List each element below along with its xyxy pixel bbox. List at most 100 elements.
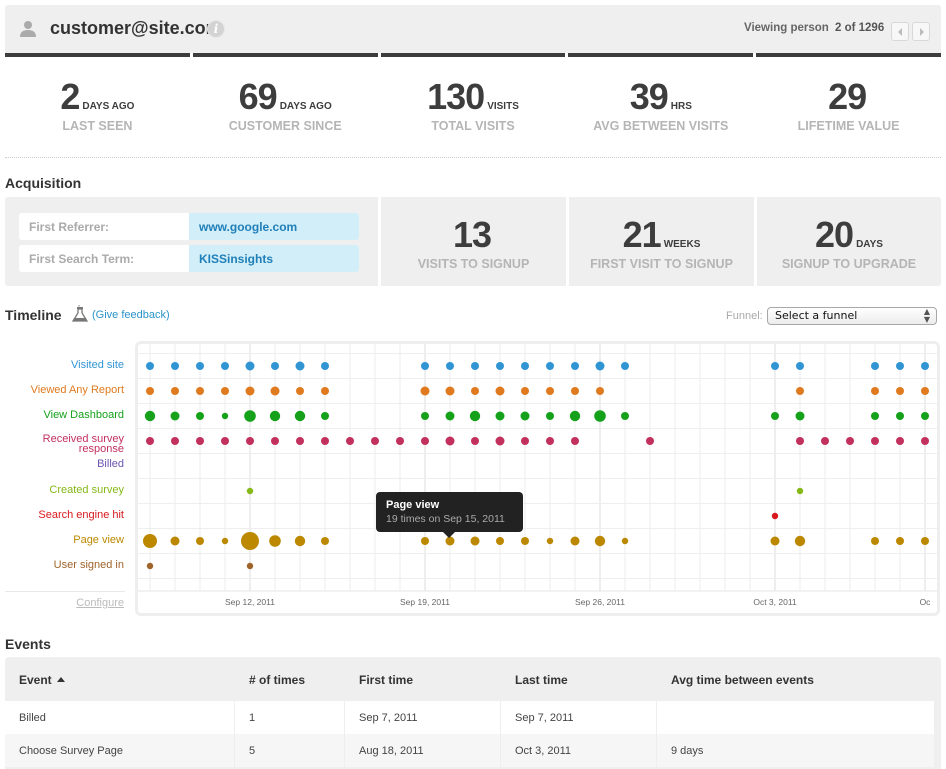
timeline-dot[interactable] [570,536,580,546]
timeline-dot[interactable] [871,362,879,370]
timeline-dot[interactable] [445,411,455,421]
timeline-dot[interactable] [871,412,879,420]
info-icon[interactable]: i [207,20,225,38]
timeline-dot[interactable] [396,437,404,445]
timeline-dot[interactable] [621,362,629,370]
timeline-dot[interactable] [594,410,606,422]
timeline-dot[interactable] [921,437,929,445]
timeline-dot[interactable] [270,386,280,396]
timeline-dot[interactable] [445,386,455,396]
timeline-dot[interactable] [871,537,879,545]
next-person-button[interactable] [912,22,930,41]
timeline-dot[interactable] [546,437,554,445]
timeline-dot[interactable] [221,437,229,445]
timeline-dot[interactable] [621,537,629,545]
timeline-dot[interactable] [321,362,329,370]
timeline-dot[interactable] [241,532,259,550]
timeline-dot[interactable] [871,437,879,445]
timeline-dot[interactable] [621,412,629,420]
table-row[interactable]: Billed 1 Sep 7, 2011 Sep 7, 2011 [5,701,935,734]
timeline-dot[interactable] [495,436,505,446]
timeline-dot[interactable] [271,362,279,370]
timeline-dot[interactable] [371,437,379,445]
column-header-first-time[interactable]: First time [359,673,413,687]
timeline-dot[interactable] [495,386,505,396]
column-header-last-time[interactable]: Last time [515,673,568,687]
first-referrer-value[interactable]: www.google.com [189,213,359,240]
timeline-dot[interactable] [571,437,579,445]
timeline-dot[interactable] [346,437,354,445]
timeline-dot[interactable] [521,437,529,445]
timeline-dot[interactable] [146,362,154,370]
timeline-dot[interactable] [771,362,779,370]
timeline-dot[interactable] [921,362,929,370]
timeline-dot[interactable] [295,361,305,371]
timeline-dot[interactable] [821,437,829,445]
timeline-dot[interactable] [171,387,179,395]
timeline-dot[interactable] [646,437,654,445]
timeline-dot[interactable] [594,535,606,547]
timeline-dot[interactable] [796,387,804,395]
timeline-dot[interactable] [921,387,929,395]
timeline-dot[interactable] [196,387,204,395]
timeline-dot[interactable] [546,387,554,395]
column-header-count[interactable]: # of times [249,673,305,687]
timeline-dot[interactable] [521,537,529,545]
timeline-dot[interactable] [221,412,229,420]
timeline-dot[interactable] [796,487,804,495]
timeline-dot[interactable] [146,437,154,445]
timeline-dot[interactable] [421,437,429,445]
timeline-dot[interactable] [321,437,329,445]
timeline-dot[interactable] [896,537,904,545]
timeline-dot[interactable] [495,411,505,421]
timeline-dot[interactable] [170,536,180,546]
timeline-dot[interactable] [171,437,179,445]
column-header-event[interactable]: Event [19,673,65,687]
timeline-dot[interactable] [469,410,481,422]
timeline-dot[interactable] [571,387,579,395]
timeline-dot[interactable] [244,410,256,422]
timeline-dot[interactable] [796,437,804,445]
timeline-dot[interactable] [246,487,254,495]
timeline-dot[interactable] [196,437,204,445]
timeline-dot[interactable] [521,387,529,395]
timeline-dot[interactable] [146,387,154,395]
timeline-dot[interactable] [921,412,929,420]
timeline-dot[interactable] [421,362,429,370]
timeline-dot[interactable] [546,537,554,545]
timeline-dot[interactable] [421,537,429,545]
timeline-dot[interactable] [520,411,530,421]
timeline-dot[interactable] [294,535,306,547]
timeline-dot[interactable] [871,387,879,395]
column-header-avg-time[interactable]: Avg time between events [671,673,814,687]
timeline-dot[interactable] [796,362,804,370]
timeline-dot[interactable] [846,437,854,445]
timeline-dot[interactable] [271,437,279,445]
timeline-dot[interactable] [294,410,306,422]
timeline-dot[interactable] [296,387,304,395]
timeline-dot[interactable] [470,536,480,546]
timeline-dot[interactable] [170,411,180,421]
timeline-dot[interactable] [546,362,554,370]
timeline-dot[interactable] [571,362,579,370]
configure-link[interactable]: Configure [76,597,124,609]
timeline-dot[interactable] [896,387,904,395]
timeline-dot[interactable] [471,362,479,370]
timeline-dot[interactable] [196,362,204,370]
timeline-dot[interactable] [446,362,454,370]
timeline-dot[interactable] [921,537,929,545]
timeline-dot[interactable] [596,387,604,395]
timeline-dot[interactable] [321,387,329,395]
timeline-dot[interactable] [569,410,581,422]
timeline-dot[interactable] [794,535,806,547]
timeline-dot[interactable] [245,386,255,396]
timeline-dot[interactable] [445,436,455,446]
table-row[interactable]: Choose Survey Page 5 Aug 18, 2011 Oct 3, 20… [5,734,935,767]
timeline-dot[interactable] [221,387,229,395]
timeline-dot[interactable] [246,562,254,570]
timeline-dot[interactable] [171,362,179,370]
timeline-dot[interactable] [144,410,156,422]
timeline-dot[interactable] [770,536,780,546]
timeline-dot[interactable] [471,437,479,445]
timeline-dot[interactable] [896,412,904,420]
